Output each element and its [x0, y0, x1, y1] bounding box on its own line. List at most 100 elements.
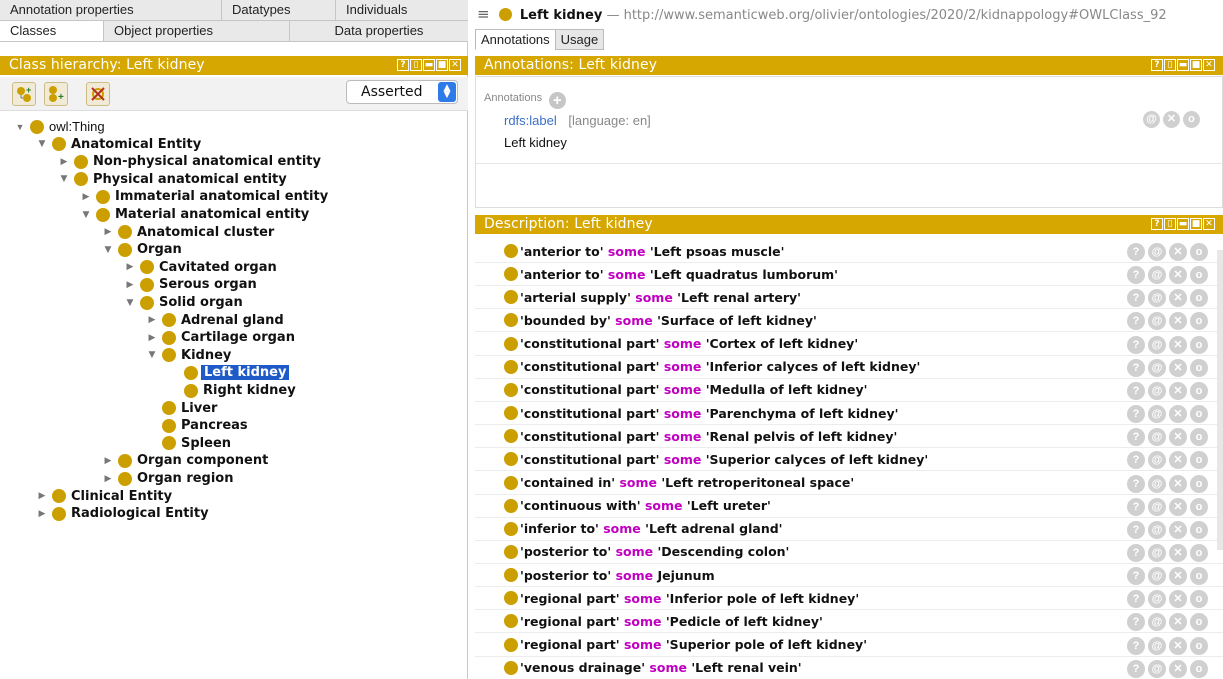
at-icon[interactable]: @	[1148, 636, 1166, 655]
collapse-toggle-icon[interactable]: ▶	[124, 262, 136, 272]
at-icon[interactable]: @	[1148, 659, 1166, 678]
description-row[interactable]: 'regional part' some 'Superior pole of l…	[475, 634, 1223, 657]
at-icon[interactable]: @	[1148, 590, 1166, 609]
maximize-icon[interactable]: ■	[1190, 59, 1202, 71]
tree-node[interactable]: ▼ Material anatomical entity	[80, 206, 310, 223]
expand-toggle-icon[interactable]: ▼	[146, 350, 158, 360]
edit-icon[interactable]: o	[1190, 289, 1208, 308]
at-icon[interactable]: @	[1148, 358, 1166, 377]
minimize-icon[interactable]: ▬	[1177, 218, 1189, 230]
at-icon[interactable]: @	[1148, 613, 1166, 632]
tree-node[interactable]: Spleen	[146, 435, 231, 452]
description-row[interactable]: 'regional part' some 'Pedicle of left ki…	[475, 610, 1223, 634]
help-icon[interactable]: ?	[1127, 590, 1145, 609]
hierarchy-mode-select[interactable]: Asserted ▲ ▼	[346, 80, 458, 104]
expand-toggle-icon[interactable]: ▼	[14, 122, 26, 132]
tree-node[interactable]: ▼ Kidney	[146, 347, 232, 364]
minimize-icon[interactable]: ▬	[423, 59, 435, 71]
edit-icon[interactable]: o	[1190, 405, 1208, 424]
help-icon[interactable]: ?	[1151, 59, 1163, 71]
help-icon[interactable]: ?	[1127, 312, 1145, 331]
maximize-icon[interactable]: ■	[1190, 218, 1202, 230]
expand-toggle-icon[interactable]: ▼	[124, 298, 136, 308]
description-row[interactable]: 'posterior to' some Jejunum? @ ✕ o	[475, 564, 1223, 588]
delete-icon[interactable]: ✕	[1169, 243, 1187, 261]
description-row[interactable]: 'constitutional part' some 'Renal pelvis…	[475, 425, 1223, 449]
delete-icon[interactable]: ✕	[1169, 567, 1187, 586]
delete-icon[interactable]: ✕	[1169, 312, 1187, 331]
annotation-property[interactable]: rdfs:label	[504, 113, 557, 128]
tree-node[interactable]: ▼ Solid organ	[124, 294, 243, 311]
help-icon[interactable]: ?	[397, 59, 409, 71]
tab-object-properties[interactable]: Object properties	[104, 21, 290, 41]
delete-icon[interactable]: ✕	[1169, 405, 1187, 424]
collapse-toggle-icon[interactable]: ▶	[102, 456, 114, 466]
help-icon[interactable]: ?	[1127, 543, 1145, 562]
edit-icon[interactable]: o	[1183, 111, 1200, 128]
close-icon[interactable]: ✕	[449, 59, 461, 71]
collapse-toggle-icon[interactable]: ▶	[124, 280, 136, 290]
delete-icon[interactable]: ✕	[1169, 474, 1187, 493]
at-icon[interactable]: @	[1148, 451, 1166, 470]
pin-icon[interactable]: ▯	[1164, 218, 1176, 230]
tab-annotation-properties[interactable]: Annotation properties	[0, 0, 222, 20]
help-icon[interactable]: ?	[1127, 335, 1145, 354]
edit-icon[interactable]: o	[1190, 497, 1208, 516]
add-annotation-button[interactable]: +	[548, 92, 566, 109]
edit-icon[interactable]: o	[1190, 335, 1208, 354]
help-icon[interactable]: ?	[1127, 497, 1145, 516]
at-icon[interactable]: @	[1148, 312, 1166, 331]
edit-icon[interactable]: o	[1190, 636, 1208, 655]
tree-node[interactable]: ▶ Adrenal gland	[146, 312, 284, 329]
collapse-toggle-icon[interactable]: ▶	[146, 333, 158, 343]
tree-node[interactable]: ▶ Cartilage organ	[146, 329, 295, 346]
description-row[interactable]: 'constitutional part' some 'Parenchyma o…	[475, 402, 1223, 426]
tab-data-properties[interactable]: Data properties	[290, 21, 468, 41]
edit-icon[interactable]: o	[1190, 474, 1208, 493]
pin-icon[interactable]: ▯	[410, 59, 422, 71]
pin-icon[interactable]: ▯	[1164, 59, 1176, 71]
delete-icon[interactable]: ✕	[1169, 613, 1187, 632]
edit-icon[interactable]: o	[1190, 543, 1208, 562]
tree-node[interactable]: Right kidney	[168, 382, 296, 399]
description-row[interactable]: 'anterior to' some 'Left psoas muscle'? @…	[475, 240, 1223, 263]
description-row[interactable]: 'constitutional part' some 'Inferior cal…	[475, 356, 1223, 379]
at-icon[interactable]: @	[1148, 289, 1166, 308]
help-icon[interactable]: ?	[1127, 567, 1145, 586]
delete-icon[interactable]: ✕	[1169, 543, 1187, 562]
collapse-toggle-icon[interactable]: ▶	[102, 227, 114, 237]
menu-icon[interactable]: ≡	[477, 5, 490, 23]
delete-icon[interactable]: ✕	[1169, 266, 1187, 285]
collapse-toggle-icon[interactable]: ▶	[80, 192, 92, 202]
at-icon[interactable]: @	[1143, 111, 1160, 128]
tree-node[interactable]: ▶ Anatomical cluster	[102, 224, 275, 241]
help-icon[interactable]: ?	[1127, 636, 1145, 655]
collapse-toggle-icon[interactable]: ▶	[36, 491, 48, 501]
at-icon[interactable]: @	[1148, 266, 1166, 285]
tree-node[interactable]: ▼ owl:Thing	[14, 118, 105, 135]
tab-datatypes[interactable]: Datatypes	[222, 0, 336, 20]
description-row[interactable]: 'posterior to' some 'Descending colon'? @…	[475, 541, 1223, 564]
delete-icon[interactable]: ✕	[1169, 428, 1187, 447]
delete-icon[interactable]: ✕	[1169, 590, 1187, 609]
description-row[interactable]: 'venous drainage' some 'Left renal vein'…	[475, 657, 1223, 679]
tab-annotations[interactable]: Annotations	[475, 29, 556, 50]
delete-icon[interactable]: ✕	[1169, 335, 1187, 354]
delete-icon[interactable]: ✕	[1169, 451, 1187, 470]
maximize-icon[interactable]: ■	[436, 59, 448, 71]
tree-node[interactable]: ▶ Immaterial anatomical entity	[80, 188, 329, 205]
tree-node[interactable]: ▼ Organ	[102, 241, 182, 258]
delete-icon[interactable]: ✕	[1169, 358, 1187, 377]
delete-icon[interactable]: ✕	[1169, 497, 1187, 516]
expand-toggle-icon[interactable]: ▼	[102, 245, 114, 255]
collapse-toggle-icon[interactable]: ▶	[36, 509, 48, 519]
description-row[interactable]: 'constitutional part' some 'Superior cal…	[475, 448, 1223, 472]
description-row[interactable]: 'constitutional part' some 'Medulla of l…	[475, 379, 1223, 402]
edit-icon[interactable]: o	[1190, 613, 1208, 632]
annotation-row[interactable]: rdfs:label [language: en]	[504, 113, 651, 128]
add-subclass-button[interactable]: +	[12, 82, 36, 106]
description-row[interactable]: 'constitutional part' some 'Cortex of le…	[475, 333, 1223, 356]
at-icon[interactable]: @	[1148, 497, 1166, 516]
tree-node[interactable]: Liver	[146, 400, 217, 417]
description-row[interactable]: 'contained in' some 'Left retroperitonea…	[475, 472, 1223, 495]
